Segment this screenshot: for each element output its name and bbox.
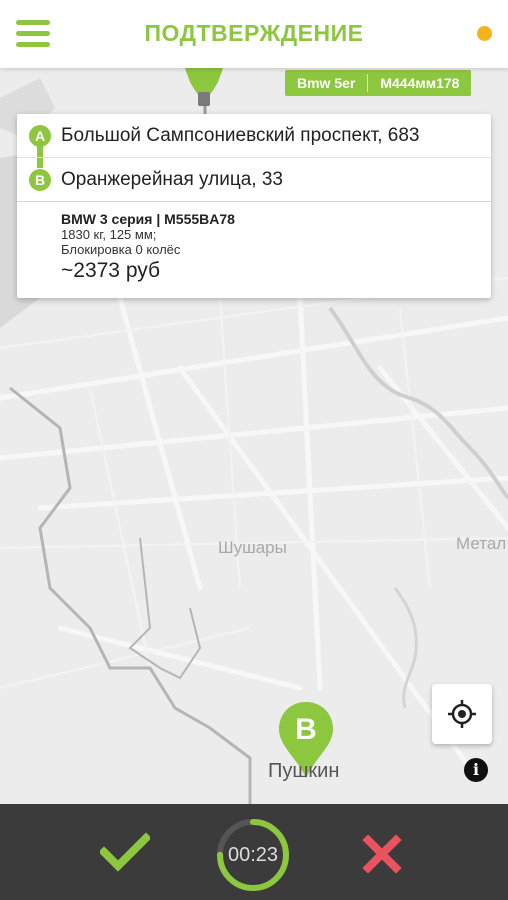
status-indicator	[477, 26, 492, 41]
vehicle-plate: M444мм178	[380, 75, 460, 91]
vehicle-model: Bmw 5er	[297, 75, 356, 91]
route-card: A Большой Сампсониевский проспект, 683 B…	[17, 114, 491, 298]
bottom-action-bar: 00:23	[0, 804, 508, 900]
map-label-shushary: Шушары	[218, 538, 287, 557]
point-a-address: Большой Сампсониевский проспект, 683	[61, 124, 420, 146]
point-b-address: Оранжерейная улица, 33	[61, 168, 283, 190]
app-header: ПОДТВЕРЖДЕНИЕ	[0, 0, 508, 68]
map-label-pushkin: Пушкин	[268, 760, 340, 782]
car-model-plate: BMW 3 серия | M555BA78	[61, 211, 235, 227]
locate-button[interactable]	[432, 684, 492, 744]
checkmark-icon[interactable]	[100, 832, 150, 872]
price-estimate: ~2373 руб	[61, 259, 161, 282]
car-weight-clearance: 1830 кг, 125 мм;	[61, 227, 157, 242]
route-point-a[interactable]: A Большой Сампсониевский проспект, 683	[17, 114, 491, 158]
point-b-badge: B	[29, 168, 51, 191]
point-a-badge: A	[29, 124, 51, 147]
locate-crosshair-icon	[448, 700, 476, 728]
route-point-b[interactable]: B Оранжерейная улица, 33	[17, 158, 491, 202]
vehicle-details: BMW 3 серия | M555BA78 1830 кг, 125 мм; …	[61, 211, 235, 283]
info-icon[interactable]: i	[464, 758, 488, 782]
timer-value: 00:23	[227, 844, 279, 866]
countdown-timer: 00:23	[214, 816, 292, 894]
page-title: ПОДТВЕРЖДЕНИЕ	[144, 20, 364, 46]
map-label-metal: Метал	[456, 534, 507, 553]
vehicle-tag: Bmw 5er M444мм178	[285, 70, 472, 96]
pin-b-letter: B	[295, 713, 317, 746]
close-icon[interactable]	[362, 834, 402, 874]
wheel-lock-info: Блокировка 0 колёс	[61, 242, 181, 257]
